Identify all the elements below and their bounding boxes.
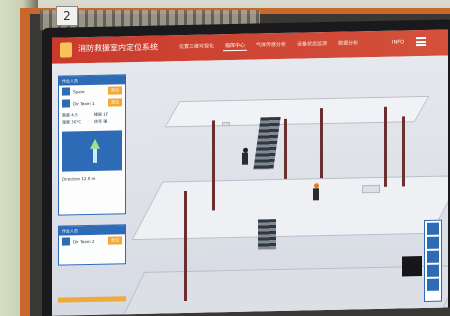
- stat: 楼层 1F: [94, 111, 109, 117]
- arrow-up-icon: [90, 138, 100, 149]
- list-item[interactable]: Dir Team 2 定位: [59, 234, 125, 247]
- staircase-lower: [258, 219, 276, 250]
- tool-button[interactable]: [427, 250, 439, 263]
- avatar: [62, 237, 70, 246]
- locate-button[interactable]: 定位: [108, 236, 122, 245]
- user-label[interactable]: INFO: [392, 39, 404, 45]
- ceiling-opening: [222, 122, 230, 127]
- avatar: [62, 87, 70, 96]
- person-marker-highlight[interactable]: [312, 183, 319, 201]
- tool-button[interactable]: [427, 264, 439, 277]
- left-panel: 作业人员 Spare 定位 Dir Team 1 定位 高度 4.5 楼层 1F…: [58, 74, 126, 305]
- pillar: [184, 190, 187, 302]
- nav-item-command[interactable]: 指挥中心: [223, 40, 248, 52]
- floor-upper: [164, 95, 430, 128]
- status-bar: [58, 296, 126, 303]
- nav: 位置三维可视化 指挥中心 气体传感分析 设备状态监测 数据分析: [177, 38, 360, 52]
- stat: 温度 30°C: [62, 119, 82, 125]
- person-marker[interactable]: [241, 147, 248, 165]
- locate-button[interactable]: 定位: [108, 86, 122, 95]
- pillar: [402, 116, 405, 187]
- direction-widget: [62, 130, 122, 172]
- personnel-card: 作业人员 Spare 定位 Dir Team 1 定位 高度 4.5 楼层 1F…: [58, 74, 126, 216]
- pillar: [320, 108, 323, 179]
- direction-label: Direction 12.0 m: [62, 175, 96, 182]
- pillar: [384, 106, 387, 187]
- tool-button[interactable]: [427, 222, 439, 235]
- tool-button[interactable]: [427, 236, 439, 249]
- app-logo-icon: [60, 42, 72, 58]
- locate-button[interactable]: 定位: [108, 98, 122, 107]
- tool-button[interactable]: [427, 278, 439, 291]
- right-toolbar: [424, 219, 442, 302]
- stats: 高度 4.5 楼层 1F 温度 30°C 信号 强: [59, 108, 125, 128]
- floor-middle: [131, 175, 448, 241]
- item-name: Dir Team 2: [73, 238, 95, 244]
- dark-object: [402, 256, 422, 277]
- app-title: 消防救援室内定位系统: [78, 42, 158, 54]
- floor-opening: [362, 184, 380, 194]
- direction-bar: [93, 148, 97, 163]
- placard: 2: [56, 6, 78, 26]
- item-name: Dir Team 1: [73, 100, 95, 106]
- stat: 信号 强: [94, 118, 108, 124]
- personnel-card-2: 作业人员 Dir Team 2 定位: [58, 224, 126, 266]
- floor-lower: [119, 265, 448, 316]
- avatar: [62, 99, 70, 108]
- screen: 消防救援室内定位系统 位置三维可视化 指挥中心 气体传感分析 设备状态监测 数据…: [52, 29, 448, 316]
- stat: 高度 4.5: [62, 112, 78, 118]
- nav-item-data[interactable]: 数据分析: [336, 38, 360, 49]
- menu-icon[interactable]: [416, 36, 426, 47]
- item-name: Spare: [73, 88, 85, 94]
- pillar: [212, 120, 215, 211]
- nav-item-3d[interactable]: 位置三维可视化: [177, 41, 216, 52]
- nav-item-gas[interactable]: 气体传感分析: [254, 40, 288, 51]
- nav-item-device[interactable]: 设备状态监测: [295, 39, 329, 50]
- pillar: [284, 118, 287, 179]
- monitor: 消防救援室内定位系统 位置三维可视化 指挥中心 气体传感分析 设备状态监测 数据…: [42, 19, 450, 316]
